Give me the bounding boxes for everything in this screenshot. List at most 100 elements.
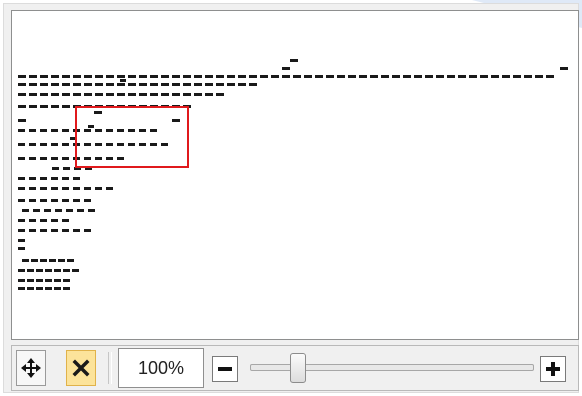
thumbnail-glyph [40,143,47,146]
thumbnail-glyph [54,279,61,282]
thumbnail-glyph [18,75,26,78]
thumbnail-glyph [106,83,114,86]
thumbnail-glyph [36,269,43,272]
navigator-toolbar: 100% [11,345,579,391]
zoom-level-text: 100% [137,357,185,378]
thumbnail-glyph [94,111,102,114]
thumbnail-glyph [95,143,102,146]
thumbnail-glyph [73,199,80,202]
thumbnail-glyph [29,187,36,190]
thumbnail-glyph [62,229,69,232]
thumbnail-glyph [216,93,224,96]
thumbnail-glyph [161,75,169,78]
toolbar-separator [108,352,112,384]
thumbnail-glyph [381,75,389,78]
thumbnail-glyph [150,93,158,96]
thumbnail-glyph [40,177,47,180]
thumbnail-glyph [161,83,169,86]
thumbnail-glyph [54,269,61,272]
thumbnail-glyph [447,75,455,78]
zoom-in-button[interactable] [540,356,566,382]
thumbnail-glyph [106,187,113,190]
thumbnail-glyph [502,75,510,78]
thumbnail-glyph [95,129,102,132]
thumbnail-glyph [205,83,213,86]
zoom-level-field[interactable]: 100% [118,348,204,388]
thumbnail-glyph [194,93,202,96]
thumbnail-glyph [535,75,543,78]
thumbnail-glyph [106,129,113,132]
thumbnail-glyph [106,143,113,146]
thumbnail-glyph [40,83,48,86]
thumbnail-glyph [282,67,290,70]
thumbnail-glyph [18,229,25,232]
thumbnail-glyph [18,93,26,96]
thumbnail-glyph [73,93,81,96]
thumbnail-glyph [62,143,69,146]
thumbnail-glyph [29,219,36,222]
thumbnail-glyph [62,105,70,108]
thumbnail-glyph [183,83,191,86]
thumbnail-glyph [128,75,136,78]
thumbnail-glyph [18,219,25,222]
thumbnail-glyph [150,83,158,86]
thumbnail-glyph [84,187,91,190]
thumbnail-glyph [36,287,43,290]
thumbnail-glyph [403,75,411,78]
thumbnail-glyph [18,157,25,160]
thumbnail-glyph [73,75,81,78]
thumbnail-glyph [238,75,246,78]
thumbnail-glyph [29,157,36,160]
zoom-out-button[interactable] [212,356,238,382]
thumbnail-glyph [436,75,444,78]
thumbnail-glyph [95,157,102,160]
thumbnail-glyph [27,287,34,290]
zoom-slider-thumb[interactable] [290,353,307,383]
thumbnail-glyph [51,187,58,190]
thumbnail-glyph [117,75,125,78]
viewport-selection-rect[interactable] [75,106,189,168]
thumbnail-glyph [40,187,47,190]
thumbnail-glyph [392,75,400,78]
page-overview-canvas[interactable] [11,10,579,340]
thumbnail-glyph [40,75,48,78]
thumbnail-glyph [18,187,25,190]
thumbnail-glyph [161,143,168,146]
thumbnail-glyph [139,129,146,132]
thumbnail-glyph [172,119,180,122]
thumbnail-glyph [513,75,521,78]
thumbnail-glyph [29,229,36,232]
thumbnail-glyph [18,83,26,86]
thumbnail-glyph [49,259,56,262]
thumbnail-glyph [128,83,136,86]
page-thumbnail [18,59,568,290]
pan-button[interactable] [16,350,46,386]
thumbnail-glyph [161,93,169,96]
thumbnail-glyph [40,105,48,108]
thumbnail-glyph [29,129,36,132]
thumbnail-glyph [216,75,224,78]
clear-button[interactable] [66,350,96,386]
thumbnail-glyph [51,199,58,202]
thumbnail-glyph [62,129,69,132]
thumbnail-glyph [172,93,180,96]
thumbnail-glyph [54,287,61,290]
thumbnail-glyph [51,219,58,222]
thumbnail-glyph [359,75,367,78]
thumbnail-glyph [348,75,356,78]
thumbnail-glyph [271,75,279,78]
thumbnail-glyph [425,75,433,78]
thumbnail-glyph [40,229,47,232]
thumbnail-glyph [480,75,488,78]
thumbnail-glyph [84,229,91,232]
thumbnail-glyph [18,239,25,242]
move-arrows-icon [21,358,41,378]
thumbnail-glyph [84,143,91,146]
thumbnail-glyph [249,83,257,86]
thumbnail-glyph [18,177,25,180]
thumbnail-glyph [95,83,103,86]
thumbnail-glyph [62,83,70,86]
thumbnail-glyph [29,83,37,86]
thumbnail-glyph [120,79,126,82]
thumbnail-glyph [29,75,37,78]
